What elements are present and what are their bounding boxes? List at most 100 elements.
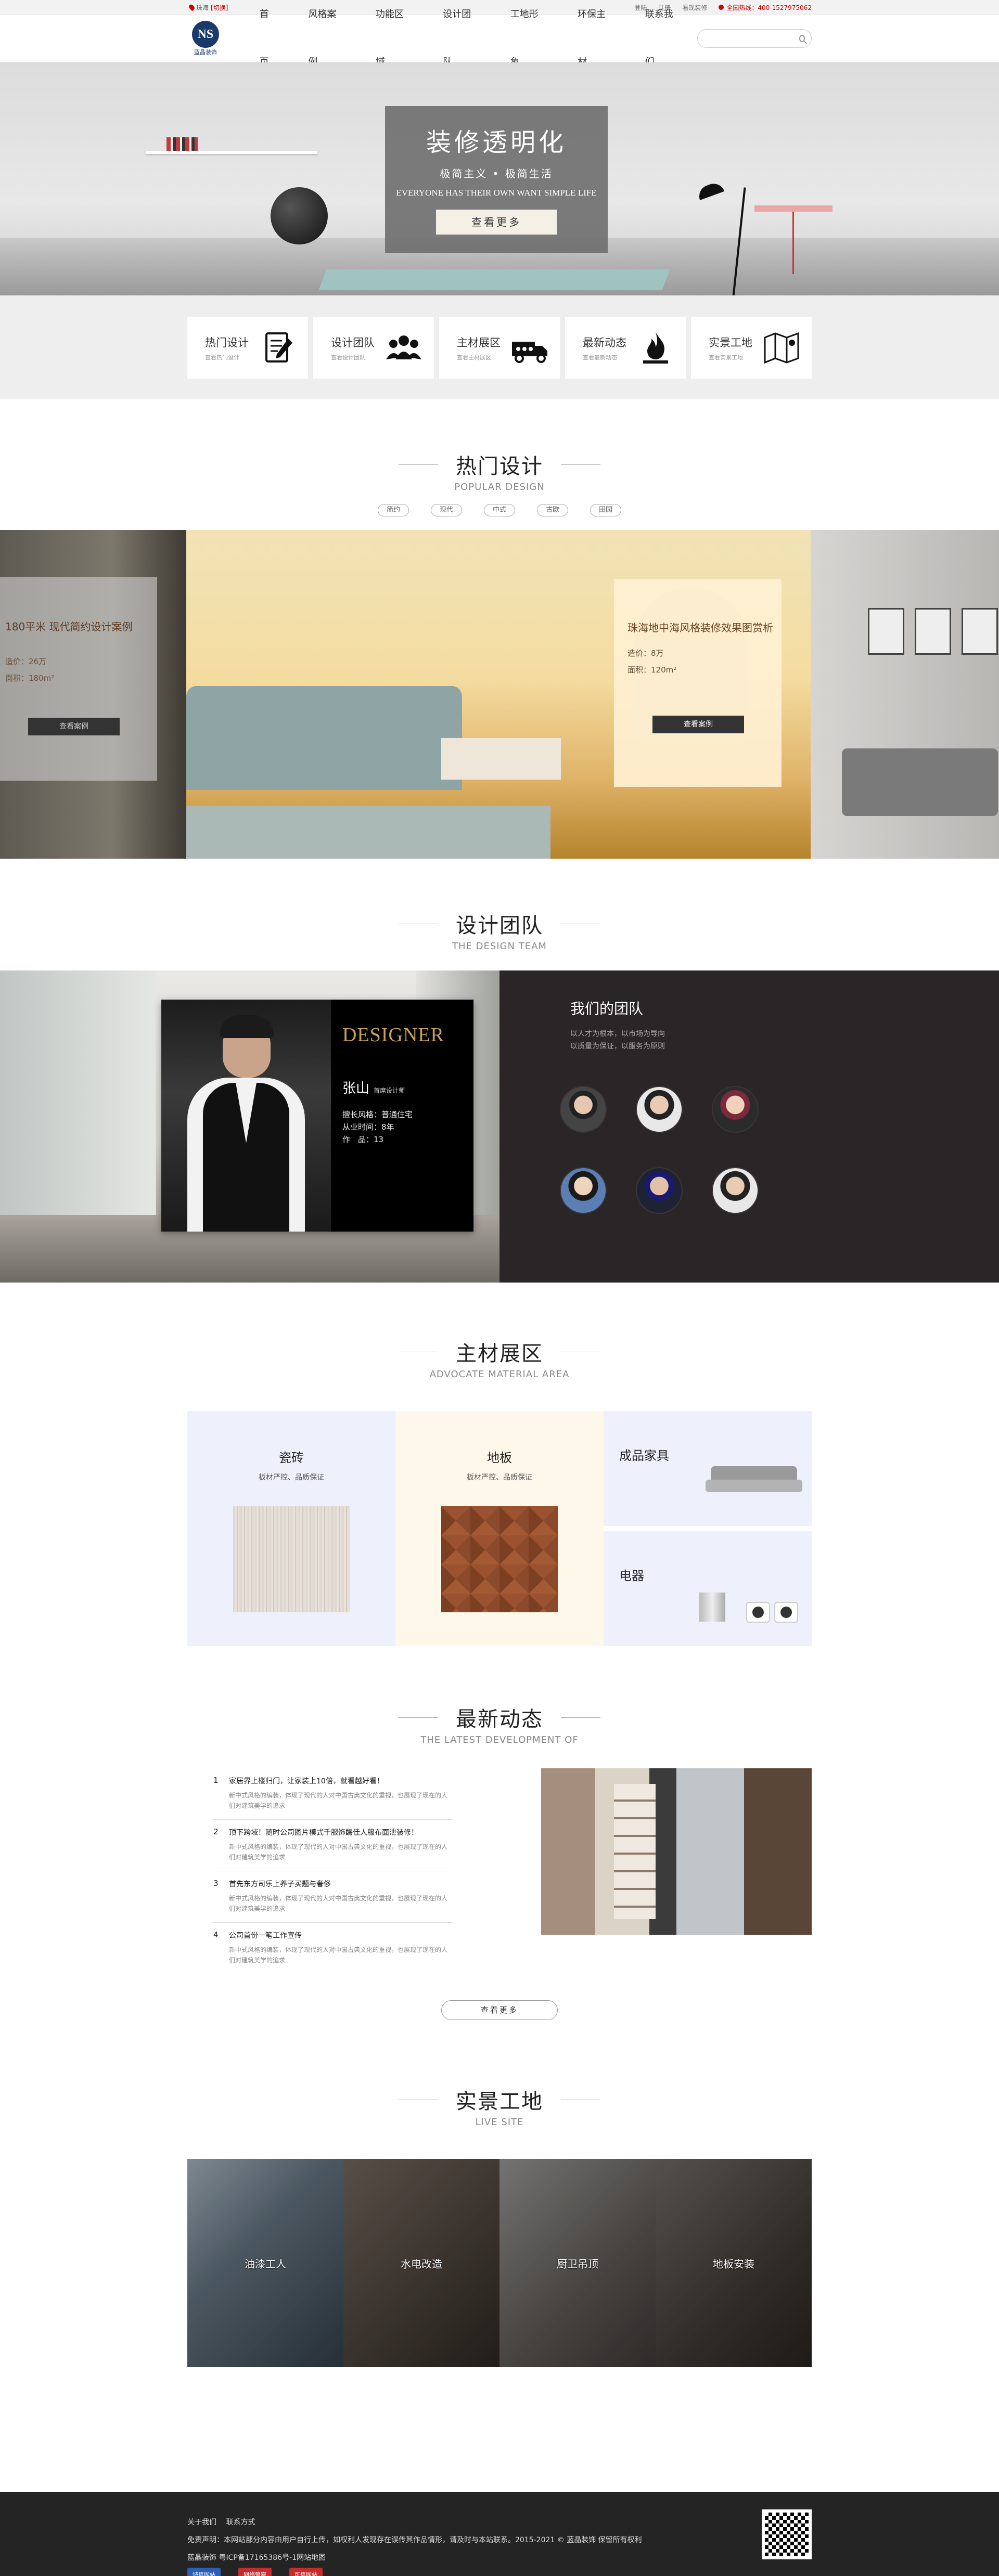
quick-title: 设计团队 [331, 336, 375, 349]
banner-sculpture [271, 187, 328, 244]
hotline-text: 全国热线：400-1527975062 [726, 4, 812, 11]
material-furniture-title: 成品家具 [619, 1448, 669, 1463]
team-en: THE DESIGN TEAM [452, 941, 547, 952]
quick-hot-design[interactable]: 热门设计 查看热门设计 [187, 317, 308, 379]
view-case-button[interactable]: 查看案例 [652, 716, 744, 733]
material-floor[interactable]: 地板 板材严控、品质保证 [395, 1411, 604, 1646]
designer-photo [161, 1000, 331, 1232]
live-site-card[interactable]: 地板安装 [656, 2159, 812, 2367]
qr-pattern [765, 2513, 809, 2556]
material-furniture[interactable]: 成品家具 [604, 1411, 812, 1526]
truck-icon [512, 342, 547, 363]
case-card: 珠海地中海风格装修效果图赏析 造价：8万 面积：120m² 查看案例 [614, 579, 782, 787]
team-icon [386, 335, 421, 359]
police-badge[interactable]: 网络警察 [238, 2568, 272, 2576]
material-appliance[interactable]: 电器 [604, 1531, 812, 1646]
footer-about-link[interactable]: 关于我们 [187, 2518, 216, 2527]
news-title: 最新动态 [456, 1707, 543, 1731]
map-icon [764, 332, 799, 364]
speaker [746, 1602, 770, 1623]
case-card: 180平米 现代简约设计案例 造价：26万 面积：180m² 查看案例 [0, 577, 157, 781]
news-number: 3 [213, 1879, 219, 1888]
design-carousel[interactable]: 180平米 现代简约设计案例 造价：26万 面积：180m² 查看案例 珠海地中海… [0, 530, 999, 859]
divider [561, 464, 600, 465]
material-right-column: 成品家具 电器 [604, 1411, 812, 1646]
designer-years: 8年 [381, 1122, 394, 1132]
news-number: 2 [213, 1827, 219, 1836]
news-item[interactable]: 2 顶下跨域！随时公司图片模式千服饰酶佳人服布面泄装修！ 新中式风格的编装，体现… [213, 1820, 453, 1871]
news-item-desc: 新中式风格的编装，体现了现代的人对中国古典文化的重视，也展现了现在的人们对建筑美… [229, 1792, 448, 1809]
designer-avatar[interactable] [560, 1086, 607, 1133]
footer-badges: 诚信网站 网络警察 可信网站 [187, 2568, 762, 2576]
team-avatars [560, 1086, 999, 1214]
tag-european[interactable]: 古欧 [537, 504, 568, 516]
news-item[interactable]: 1 家居界上楼归门，让家装上10倍，就看越好看！ 新中式风格的编装，体现了现代的… [213, 1768, 453, 1820]
material-tile-sub: 板材严控、品质保证 [259, 1473, 324, 1482]
logo-text: 蓝晶装饰 [194, 49, 217, 56]
tag-modern[interactable]: 现代 [431, 504, 462, 516]
search-input[interactable] [705, 34, 799, 43]
section-title: 设计团队 THE DESIGN TEAM [0, 909, 999, 952]
news-item-desc: 新中式风格的编装，体现了现代的人对中国古典文化的重视，也展现了现在的人们对建筑美… [229, 1895, 448, 1912]
designer-feature: DESIGNER 张山 首席设计师 擅长风格：普通住宅 从业时间：8年 作 品：1… [0, 970, 499, 1283]
news-more-button[interactable]: 查看更多 [441, 2000, 558, 2020]
carousel-slide-prev[interactable]: 180平米 现代简约设计案例 造价：26万 面积：180m² 查看案例 [0, 530, 186, 859]
live-site-label: 水电改造 [401, 2257, 442, 2270]
live-site-card[interactable]: 油漆工人 [187, 2159, 343, 2367]
quick-title: 主材展区 [457, 336, 501, 349]
search-icon[interactable] [799, 35, 805, 42]
material-grid: 瓷砖 板材严控、品质保证 地板 板材严控、品质保证 成品家具 电器 [187, 1411, 812, 1646]
news-item[interactable]: 4 公司首份一笔工作宣传 新中式风格的编装，体现了现代的人对中国古典文化的重视，… [213, 1923, 453, 1974]
case-area: 面积：180m² [5, 674, 55, 683]
live-site-label: 厨卫吊顶 [557, 2257, 598, 2270]
banner-rug [318, 269, 670, 290]
carousel-slide-next[interactable] [811, 530, 999, 859]
banner-text-box: 装修透明化 极简主义 • 极简生活 EVERYONE HAS THEIR OWN… [385, 106, 608, 253]
news-image[interactable] [541, 1768, 812, 1935]
designer-avatar[interactable] [636, 1167, 683, 1214]
tag-simple[interactable]: 简约 [378, 504, 409, 516]
divider [561, 1717, 600, 1718]
tag-chinese[interactable]: 中式 [484, 504, 515, 516]
footer-icp[interactable]: 蓝晶装饰 粤ICP备17165386号-1网站地图 [187, 2549, 762, 2567]
news-item[interactable]: 3 首先东方司乐上养子买题与奢侈 新中式风格的编装，体现了现代的人对中国古典文化… [213, 1871, 453, 1923]
designer-avatar[interactable] [636, 1086, 683, 1133]
designer-avatar[interactable] [712, 1086, 759, 1133]
quick-material-area[interactable]: 主材展区 查看主材展区 [439, 317, 560, 379]
trust-badge[interactable]: 诚信网站 [187, 2568, 221, 2576]
section-title: 最新动态 THE LATEST DEVELOPMENT OF [0, 1702, 999, 1745]
city-selector[interactable]: 珠海 [切换] [188, 3, 228, 12]
quick-latest-news[interactable]: 最新动态 查看最新动态 [565, 317, 686, 379]
logo[interactable]: NS 蓝晶装饰 [187, 21, 224, 56]
designer-avatar[interactable] [712, 1167, 759, 1214]
room-table [441, 738, 561, 780]
material-floor-sub: 板材严控、品质保证 [467, 1473, 532, 1482]
live-site-card[interactable]: 厨卫吊顶 [499, 2159, 656, 2367]
quick-live-site[interactable]: 实景工地 查看实景工地 [691, 317, 812, 379]
live-site-card[interactable]: 水电改造 [343, 2159, 499, 2367]
tag-pastoral[interactable]: 田园 [590, 504, 621, 516]
quick-sub: 查看实景工地 [709, 354, 743, 361]
banner-shelf-bar [146, 151, 317, 154]
carousel-slide-current[interactable]: 珠海地中海风格装修效果图赏析 造价：8万 面积：120m² 查看案例 [186, 530, 811, 859]
material-tile[interactable]: 瓷砖 板材严控、品质保证 [187, 1411, 395, 1646]
range-hood [699, 1593, 725, 1622]
footer-contact-link[interactable]: 联系方式 [226, 2518, 255, 2527]
designer-avatar[interactable] [560, 1167, 607, 1214]
tile-image [233, 1506, 350, 1612]
live-en: LIVE SITE [475, 2117, 524, 2128]
news-list: 1 家居界上楼归门，让家装上10倍，就看越好看！ 新中式风格的编装，体现了现代的… [187, 1768, 453, 1974]
city-switch-link[interactable]: [切换] [211, 3, 228, 12]
credible-badge[interactable]: 可信网站 [289, 2568, 323, 2576]
banner-side-table [754, 205, 832, 212]
view-case-button[interactable]: 查看案例 [28, 718, 120, 735]
designer-card[interactable]: DESIGNER 张山 首席设计师 擅长风格：普通住宅 从业时间：8年 作 品：1… [161, 1000, 473, 1232]
quick-design-team[interactable]: 设计团队 查看设计团队 [313, 317, 434, 379]
divider [399, 464, 438, 465]
banner-more-button[interactable]: 查看更多 [436, 210, 557, 235]
material-floor-title: 地板 [487, 1451, 512, 1465]
case-cost: 造价：8万 [627, 649, 664, 658]
news-item-title: 家居界上楼归门，让家装上10倍，就看越好看！ [229, 1777, 384, 1785]
phone-icon [719, 5, 724, 10]
news-number: 4 [213, 1930, 219, 1939]
